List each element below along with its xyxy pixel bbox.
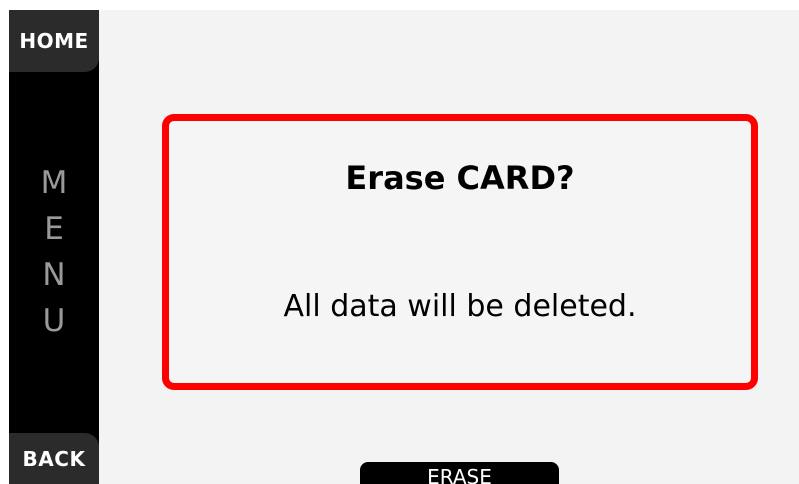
confirm-dialog: Erase CARD? All data will be deleted.	[162, 114, 758, 390]
dialog-title: Erase CARD?	[345, 159, 575, 197]
erase-button[interactable]: ERASE	[360, 462, 559, 484]
menu-letter: E	[44, 211, 64, 247]
erase-button-label: ERASE	[427, 465, 492, 484]
erase-card-screen: HOME M E N U BACK Erase CARD? All data w…	[0, 0, 799, 484]
home-button-label: HOME	[19, 29, 89, 53]
back-button[interactable]: BACK	[9, 433, 99, 484]
back-button-label: BACK	[22, 446, 86, 471]
menu-letter: U	[42, 303, 66, 339]
home-button[interactable]: HOME	[9, 10, 99, 72]
dialog-message: All data will be deleted.	[283, 289, 637, 324]
menu-letter: M	[40, 165, 68, 201]
menu-button[interactable]: M E N U	[9, 160, 99, 344]
menu-letter: N	[42, 257, 66, 293]
